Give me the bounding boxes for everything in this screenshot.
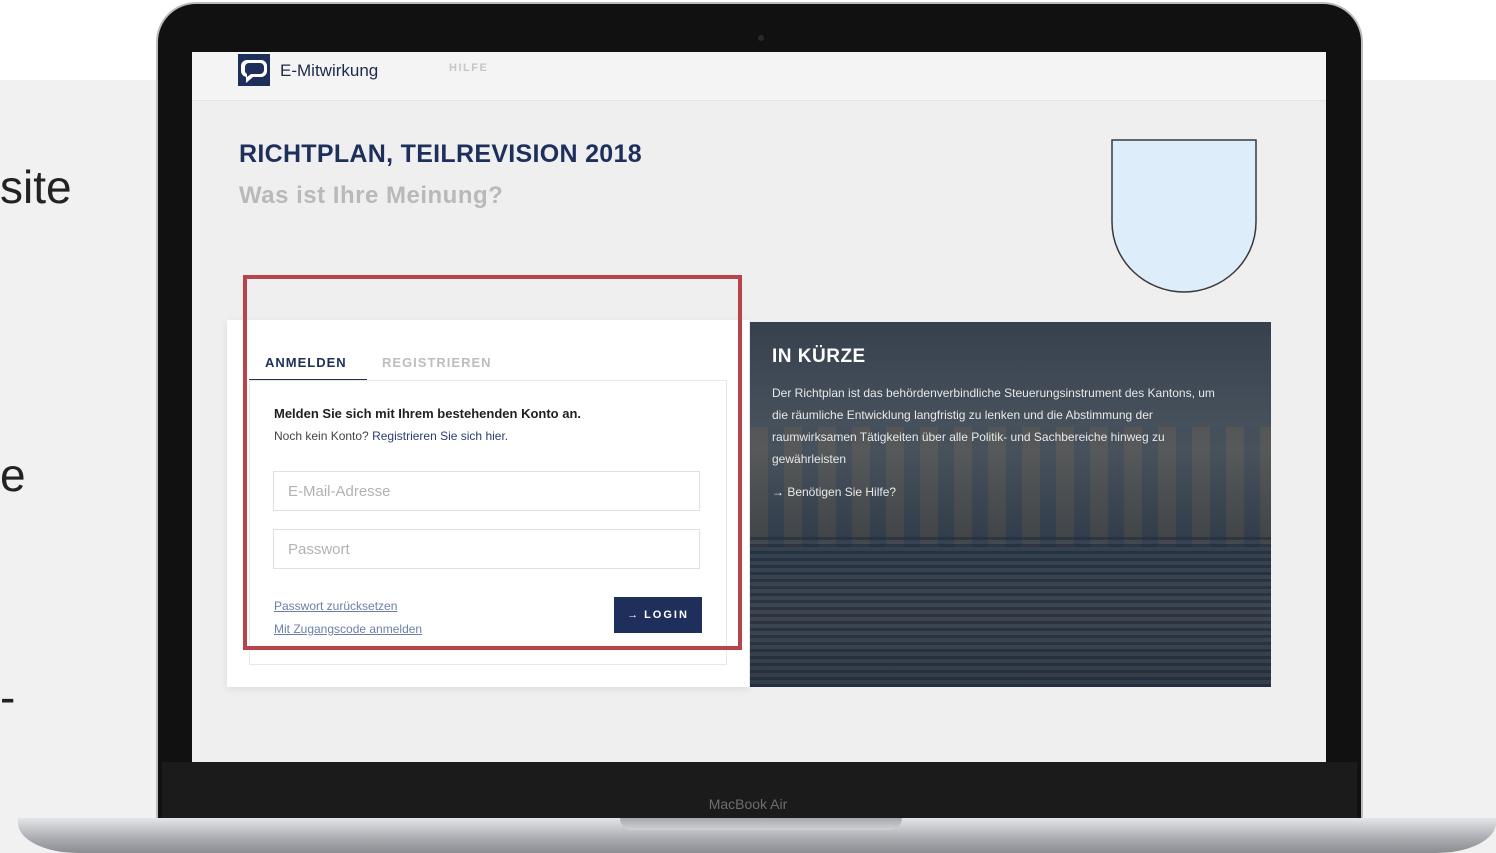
info-description: Der Richtplan ist das behördenverbindlic… [772, 386, 1215, 466]
info-title: IN KÜRZE [772, 346, 866, 367]
login-button-label: LOGIN [644, 609, 689, 621]
background-water-image [750, 537, 1271, 687]
access-code-login-link[interactable]: Mit Zugangscode anmelden [274, 622, 422, 636]
slide-text-fragment-3: - [0, 671, 16, 723]
top-navigation: E-Mitwirkung HILFE [192, 52, 1326, 101]
laptop-model-label: MacBook Air [708, 796, 788, 812]
reset-password-link[interactable]: Passwort zurücksetzen [274, 599, 397, 613]
laptop-notch [620, 818, 902, 830]
page-subtitle: Was ist Ihre Meinung? [239, 182, 504, 209]
info-help-link[interactable]: → Benötigen Sie Hilfe? [772, 485, 896, 499]
laptop-chin [162, 762, 1357, 822]
tab-registrieren[interactable]: REGISTRIEREN [382, 355, 492, 370]
page-title: RICHTPLAN, TEILREVISION 2018 [239, 140, 642, 168]
login-button[interactable]: → LOGIN [614, 597, 702, 633]
email-input[interactable] [273, 471, 700, 511]
laptop-screen: E-Mitwirkung HILFE RICHTPLAN, TEILREVISI… [192, 52, 1326, 762]
camera-icon [758, 35, 764, 41]
nav-help-link[interactable]: HILFE [449, 62, 488, 74]
logo-text[interactable]: E-Mitwirkung [280, 61, 378, 81]
coat-of-arms-shield-icon [1111, 139, 1257, 293]
login-form: Melden Sie sich mit Ihrem bestehenden Ko… [249, 380, 727, 665]
register-link[interactable]: Registrieren Sie sich hier. [372, 429, 508, 443]
login-intro-prefix: Noch kein Konto? [274, 429, 373, 443]
login-intro-heading: Melden Sie sich mit Ihrem bestehenden Ko… [274, 406, 581, 421]
info-panel: IN KÜRZE Der Richtplan ist das behördenv… [750, 322, 1271, 687]
speech-bubble-logo-icon[interactable] [238, 54, 270, 86]
tab-anmelden[interactable]: ANMELDEN [265, 355, 347, 370]
slide-text-fragment-2: e [0, 449, 26, 501]
arrow-right-icon: → [627, 609, 641, 621]
password-input[interactable] [273, 529, 700, 569]
login-card: ANMELDEN REGISTRIEREN Melden Sie sich mi… [227, 320, 749, 687]
login-intro-text: Noch kein Konto? Registrieren Sie sich h… [274, 429, 508, 443]
slide-text-fragment-1: site [0, 161, 72, 213]
